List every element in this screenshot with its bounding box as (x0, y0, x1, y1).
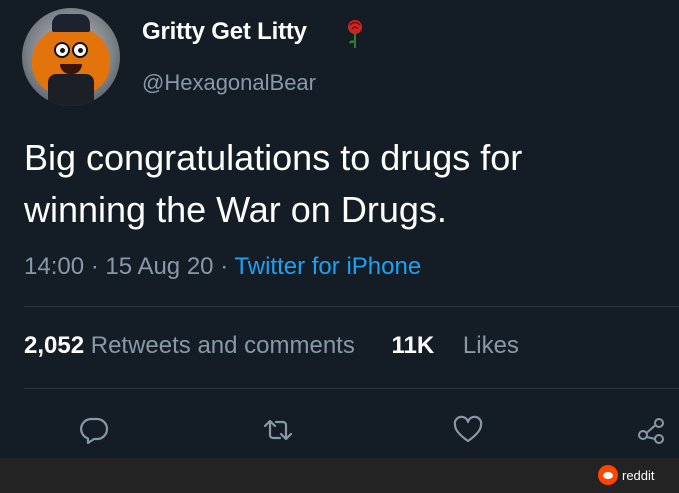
reddit-watermark-text: reddit (622, 467, 655, 483)
like-button[interactable] (448, 410, 488, 450)
retweet-button[interactable] (258, 410, 298, 450)
tweet-text-line: Big congratulations to drugs for (24, 137, 523, 178)
avatar-body (48, 74, 94, 106)
reply-icon (80, 417, 109, 445)
reply-button[interactable] (74, 410, 114, 450)
tweet-card: Gritty Get Litty @HexagonalBear Big cong… (0, 0, 679, 458)
retweets-label[interactable]: Retweets and comments (91, 332, 355, 359)
user-handle[interactable]: @HexagonalBear (142, 70, 316, 96)
avatar-eye-left (54, 42, 70, 58)
share-button[interactable] (632, 410, 672, 450)
reddit-icon (598, 465, 618, 485)
tweet-source-link[interactable]: Twitter for iPhone (234, 253, 421, 280)
divider (24, 306, 679, 307)
likes-count[interactable]: 11K (392, 332, 435, 359)
divider (24, 388, 679, 389)
display-name[interactable]: Gritty Get Litty (142, 18, 307, 46)
share-icon (638, 418, 664, 444)
avatar-hat (52, 14, 90, 32)
likes-label[interactable]: Likes (463, 332, 519, 359)
avatar-eye-right (72, 42, 88, 58)
tweet-date[interactable]: 15 Aug 20 (105, 253, 213, 280)
reddit-watermark: reddit (598, 464, 655, 486)
tweet-stats: 2,052 Retweets and comments 11K Likes (24, 332, 519, 360)
retweets-count[interactable]: 2,052 (24, 332, 84, 359)
tweet-text: Big congratulations to drugs for winning… (24, 132, 664, 236)
watermark-bar (0, 458, 679, 493)
tweet-time[interactable]: 14:00 (24, 253, 84, 280)
like-icon (453, 415, 483, 443)
meta-separator: · (90, 253, 99, 280)
tweet-text-line: winning the War on Drugs. (24, 189, 447, 230)
meta-separator: · (220, 253, 229, 280)
avatar[interactable] (22, 8, 120, 106)
rose-icon (348, 20, 362, 48)
tweet-meta: 14:00 · 15 Aug 20 · Twitter for iPhone (24, 253, 421, 281)
retweet-icon (263, 419, 293, 441)
